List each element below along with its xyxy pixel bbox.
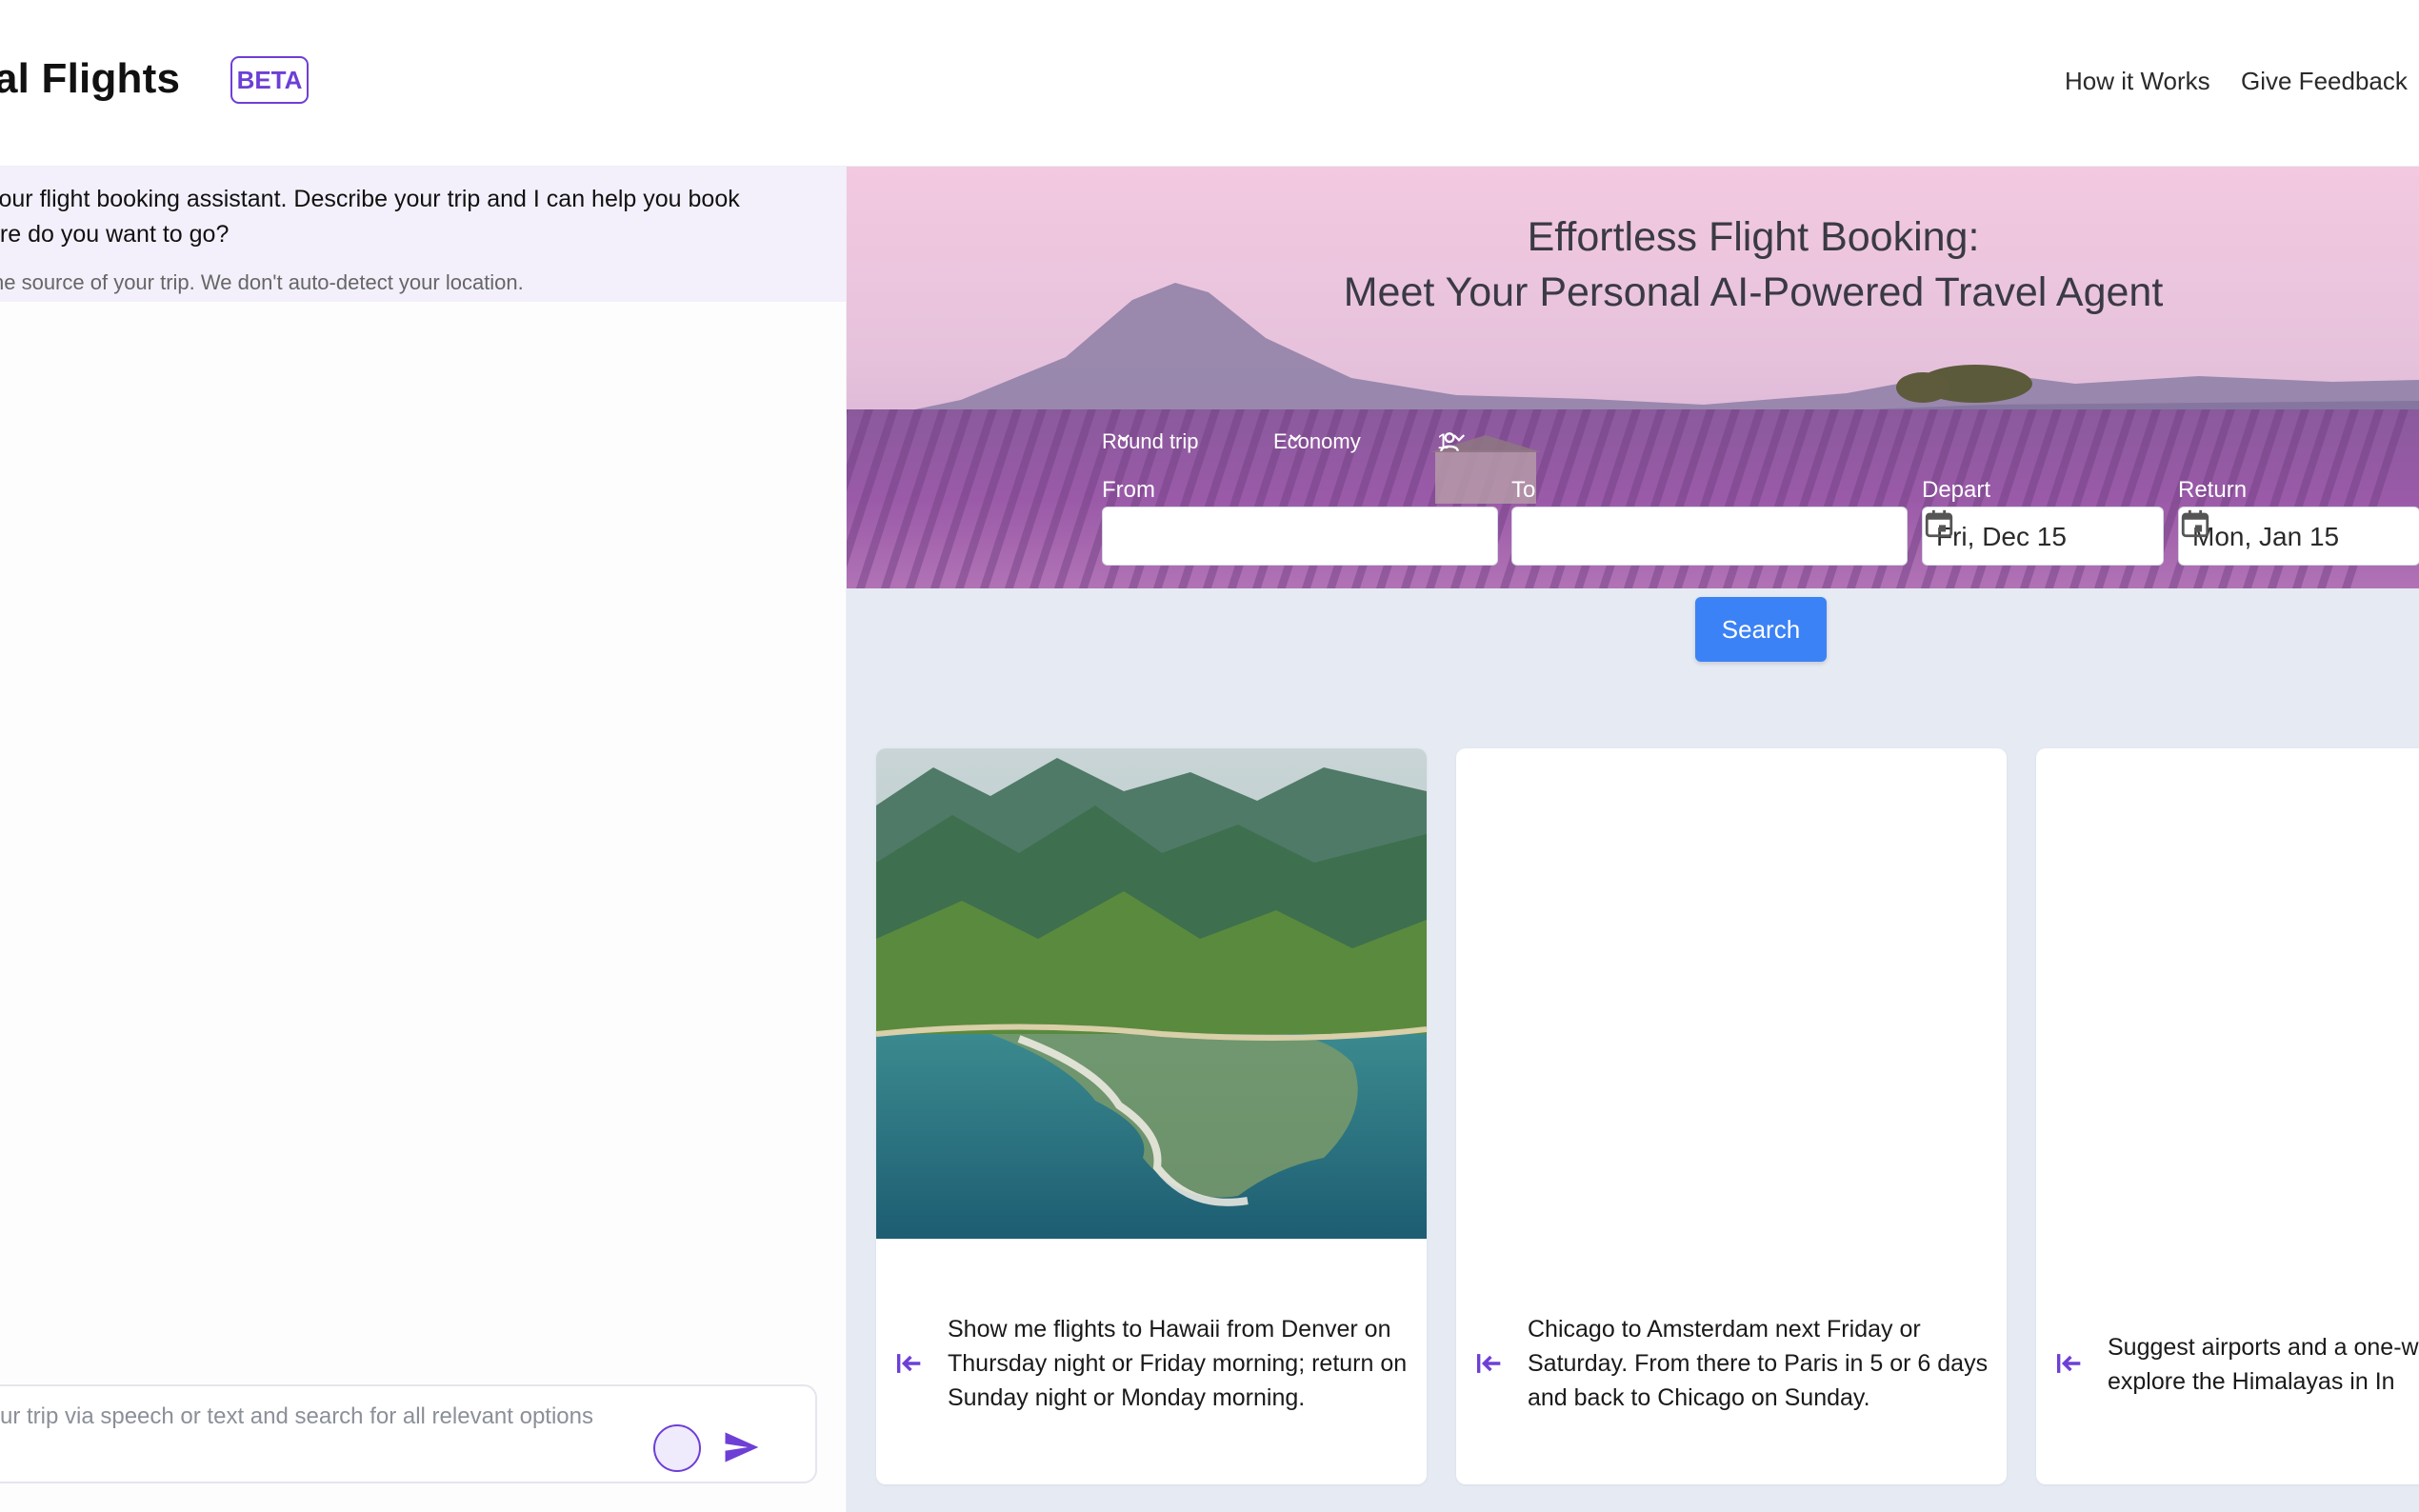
nav-how-it-works-link[interactable]: How it Works xyxy=(2065,67,2210,96)
app-brand-title: al Flights xyxy=(0,55,181,102)
main-panel: Effortless Flight Booking: Meet Your Per… xyxy=(847,167,2419,1512)
depart-date-value: Fri, Dec 15 xyxy=(1936,522,2067,551)
suggestion-card-chicago-amsterdam[interactable]: Chicago to Amsterdam next Friday or Satu… xyxy=(1456,748,2007,1484)
suggestion-text: Suggest airports and a one-w to explore … xyxy=(2108,1334,2419,1395)
trip-type-dropdown[interactable]: Round trip xyxy=(1102,429,1199,454)
send-icon[interactable] xyxy=(720,1426,762,1468)
from-label: From xyxy=(1102,477,1155,503)
chat-input-field[interactable]: ur trip via speech or text and search fo… xyxy=(0,1384,817,1483)
passenger-count-dropdown[interactable]: 1 xyxy=(1437,429,1466,454)
hero-title-line-1: Effortless Flight Booking: xyxy=(1527,214,1980,260)
insert-left-arrow-icon[interactable] xyxy=(2053,1347,2086,1380)
beta-badge: BETA xyxy=(230,56,309,104)
top-header: al Flights BETA How it Works Give Feedba… xyxy=(0,0,2419,168)
chat-panel: your flight booking assistant. Describe … xyxy=(0,167,847,1512)
return-date-input[interactable]: Mon, Jan 15 xyxy=(2178,507,2419,566)
nav-give-feedback-link[interactable]: Give Feedback xyxy=(2241,67,2408,96)
to-label: To xyxy=(1511,477,1536,503)
depart-label: Depart xyxy=(1922,477,1991,503)
calendar-icon[interactable] xyxy=(1923,507,1955,540)
insert-left-arrow-icon[interactable] xyxy=(893,1347,926,1380)
assistant-message-text: your flight booking assistant. Describe … xyxy=(0,186,740,248)
return-label: Return xyxy=(2178,477,2248,503)
chevron-down-icon xyxy=(1117,434,1130,442)
hero-banner: Effortless Flight Booking: Meet Your Per… xyxy=(847,167,2419,588)
assistant-message-bubble: your flight booking assistant. Describe … xyxy=(0,167,846,302)
suggestion-card-himalayas[interactable]: Suggest airports and a one-w to explore … xyxy=(2036,748,2419,1484)
from-input[interactable] xyxy=(1102,507,1498,566)
suggestion-text: Chicago to Amsterdam next Friday or Satu… xyxy=(1528,1316,1989,1411)
chevron-down-icon xyxy=(1452,434,1466,442)
suggestion-card-hawaii[interactable]: Show me flights to Hawaii from Denver on… xyxy=(876,748,1427,1484)
depart-date-input[interactable]: Fri, Dec 15 xyxy=(1922,507,2164,566)
hawaii-coast-image xyxy=(876,748,1427,1239)
assistant-location-note: he source of your trip. We don't auto-de… xyxy=(0,270,524,294)
chat-input-placeholder: ur trip via speech or text and search fo… xyxy=(0,1403,593,1429)
insert-left-arrow-icon[interactable] xyxy=(1473,1347,1506,1380)
search-button[interactable]: Search xyxy=(1695,597,1827,662)
calendar-icon[interactable] xyxy=(2179,507,2211,540)
return-date-value: Mon, Jan 15 xyxy=(2192,522,2340,551)
chevron-down-icon xyxy=(1289,434,1302,442)
hero-title-line-2: Meet Your Personal AI-Powered Travel Age… xyxy=(1343,269,2164,315)
to-input[interactable] xyxy=(1511,507,1908,566)
suggestion-text: Show me flights to Hawaii from Denver on… xyxy=(948,1316,1408,1411)
cabin-class-dropdown[interactable]: Economy xyxy=(1273,429,1361,454)
microphone-circle-icon[interactable] xyxy=(653,1424,701,1472)
